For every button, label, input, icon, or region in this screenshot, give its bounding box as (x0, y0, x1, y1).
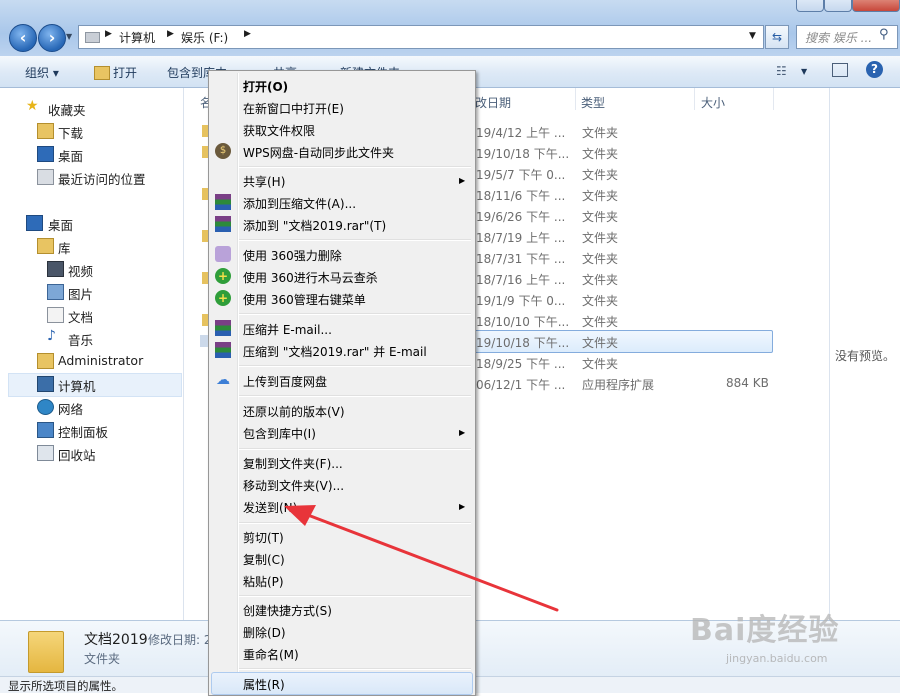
annotation-arrow (284, 505, 559, 612)
arrow-shaft (298, 510, 559, 612)
baidu-watermark-logo: Bai度经验 (690, 613, 840, 648)
baidu-watermark-url: jingyan.baidu.com (726, 652, 828, 665)
